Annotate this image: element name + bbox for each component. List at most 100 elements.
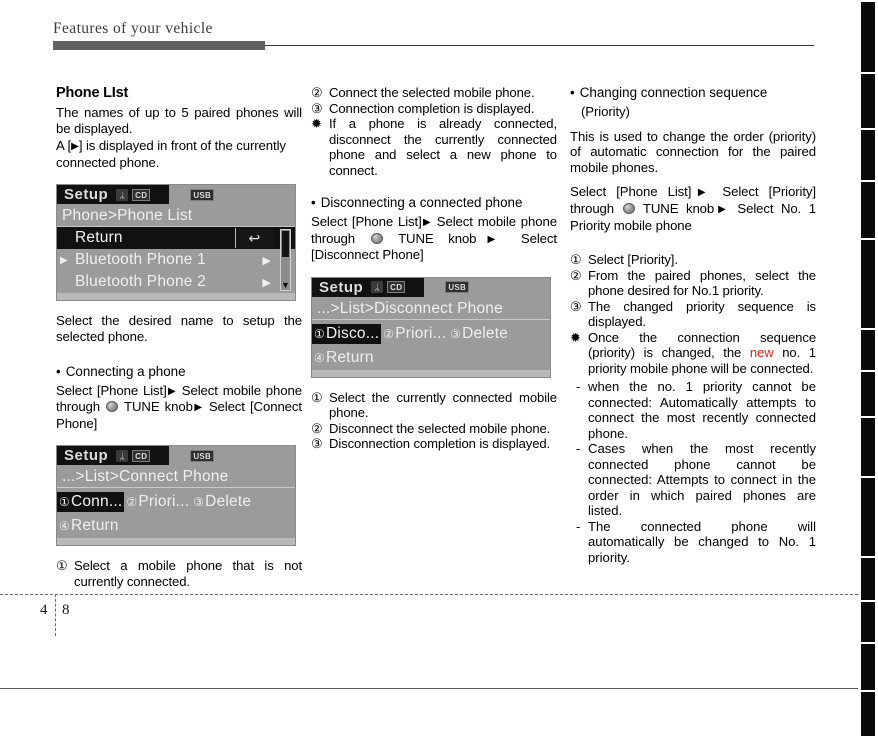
thumb-index-segment: [861, 74, 875, 128]
highlighted-word-new: new: [749, 345, 774, 361]
return-arrow-icon[interactable]: ↩: [235, 228, 273, 249]
step-marker: ①: [56, 558, 68, 574]
lcd-row-return[interactable]: Return ↩: [57, 227, 295, 250]
lcd-menu-item-priority[interactable]: ② Priori...: [381, 324, 448, 344]
step-text: Select the currently connected mobile ph…: [329, 389, 557, 421]
thumb-index-segment: [861, 418, 875, 476]
lcd-row-list: Return ↩ ▶ Bluetooth Phone 1 ▶ Bluetooth…: [57, 227, 295, 293]
procedure-part-1: Select [Phone List]: [570, 184, 692, 200]
priority-procedure: Select [Phone List]▶ Select [Priority] t…: [570, 184, 816, 233]
lcd-menu-item-delete[interactable]: ③ Delete: [448, 324, 510, 344]
lcd-bottom-edge: [57, 538, 295, 546]
item-label: Priori...: [395, 324, 447, 342]
thumb-index-segment: [861, 692, 875, 736]
running-head: Features of your vehicle: [53, 20, 213, 37]
lcd-menu-row-1: ① Conn... ② Priori... ③ Delete: [57, 490, 295, 514]
lcd-scrollbar[interactable]: ▼: [280, 229, 291, 292]
lcd-menu-row-1: ① Disco... ② Priori... ③ Delete: [312, 322, 550, 346]
intro2-prefix: A [: [56, 138, 72, 154]
lcd-row-label: Bluetooth Phone 2: [75, 273, 206, 291]
lcd-title-bar: Setup ᛦ CD USB: [57, 446, 295, 466]
list-item: ② From the paired phones, select the pho…: [570, 268, 816, 299]
step-marker: ③: [311, 100, 323, 116]
manual-page: Features of your vehicle Phone LIst The …: [0, 0, 878, 736]
list-item: ① Select the currently connected mobile …: [311, 390, 557, 421]
lcd-menu-grid: ① Disco... ② Priori... ③ Delete ④ Return: [312, 320, 550, 370]
thumb-index-segment: [861, 240, 875, 328]
lcd-scrollbar-thumb[interactable]: [282, 231, 289, 258]
disconnect-phone-steps: ① Select the currently connected mobile …: [311, 390, 557, 452]
subsection-disconnecting-a-phone: • Disconnecting a connected phone: [311, 195, 557, 211]
disconnect-phone-procedure: Select [Phone List]▶ Select mobile phone…: [311, 214, 557, 263]
thumb-index-segment: [861, 602, 875, 642]
dash-marker: -: [576, 441, 581, 457]
step-text: Select [Priority].: [588, 252, 678, 268]
priority-intro: This is used to change the order (priori…: [570, 128, 816, 175]
tune-knob-icon: [622, 202, 635, 214]
step-text: Connection completion is displayed.: [329, 100, 535, 116]
step-marker: ②: [311, 85, 323, 100]
chevron-right-icon: ▶: [262, 276, 271, 289]
connect-phone-procedure: Select [Phone List]▶ Select mobile phone…: [56, 383, 302, 432]
step-text: Connect the selected mobile phone.: [329, 85, 535, 100]
page-number-section: 4: [40, 602, 48, 618]
step-marker: ③: [311, 436, 323, 452]
list-item: ③ Connection completion is displayed.: [311, 101, 557, 117]
step-marker: ②: [311, 420, 323, 436]
lcd-row-bluetooth-phone-1[interactable]: ▶ Bluetooth Phone 1 ▶: [57, 249, 295, 271]
step-arrow-icon: ▶: [476, 233, 507, 245]
tune-knob-label: TUNE knob: [124, 399, 193, 415]
lcd-breadcrumb: ...>List>Connect Phone: [57, 465, 295, 489]
page-number: 8: [62, 602, 70, 618]
bluetooth-icon: ᛦ: [116, 449, 129, 462]
lcd-breadcrumb: ...>List>Disconnect Phone: [312, 297, 550, 320]
step-arrow-icon: ▶: [421, 217, 432, 228]
item-label: Return: [70, 517, 119, 535]
lcd-row-bluetooth-phone-2[interactable]: Bluetooth Phone 2 ▶: [57, 271, 295, 293]
step-text: From the paired phones, select the phone…: [588, 267, 816, 299]
footer-dashed-rule: [0, 594, 858, 595]
thumb-index-segment: [861, 558, 875, 600]
lcd-menu-item-priority[interactable]: ② Priori...: [124, 492, 191, 512]
lcd-menu-item-connect[interactable]: ① Conn...: [57, 492, 125, 513]
item-number: ③: [193, 495, 205, 510]
usb-icon: USB: [445, 281, 470, 294]
item-number: ④: [59, 519, 70, 534]
tune-knob-icon: [106, 401, 119, 413]
lcd-title-bar: Setup ᛦ CD USB: [57, 185, 295, 205]
lcd-connect-phone-screenshot: Setup ᛦ CD USB ...>List>Connect Phone ①C…: [56, 445, 296, 547]
thumb-index-segment: [861, 182, 875, 238]
scroll-down-arrow-icon[interactable]: ▼: [281, 281, 290, 290]
lcd-bottom-edge: [312, 369, 550, 377]
list-item: ③ The changed priority sequence is displ…: [570, 299, 816, 330]
cd-icon: CD: [387, 281, 406, 294]
note-text: Once the connection sequence (priority) …: [588, 330, 816, 377]
thumb-index-segment: [861, 478, 875, 556]
lcd-menu-item-disconnect[interactable]: ① Disco...: [312, 323, 382, 344]
lcd-menu-item-delete[interactable]: ③ Delete: [191, 492, 253, 512]
bluetooth-icon: ᛦ: [116, 188, 129, 201]
list-item: - Cases when the most recently connected…: [576, 441, 816, 519]
list-item-note: ✹ Once the connection sequence (priority…: [570, 330, 816, 377]
item-number: ①: [59, 495, 70, 510]
item-number: ③: [450, 326, 462, 341]
lcd-title-label: Setup: [64, 186, 109, 204]
intro2-suffix: ] is displayed in front of the currently…: [56, 138, 286, 170]
list-item-note: ✹ If a phone is already connected, disco…: [311, 116, 557, 178]
lcd-phone-list-screenshot: Setup ᛦ CD USB Phone>Phone List Return ↩…: [56, 184, 296, 302]
sub-note-text: when the no. 1 priority cannot be connec…: [588, 379, 816, 441]
bullet-dot-icon: •: [56, 363, 61, 379]
lcd-menu-item-return[interactable]: ④ Return: [312, 348, 376, 368]
item-number: ②: [126, 495, 138, 510]
list-item: ① Select a mobile phone that is not curr…: [56, 558, 302, 589]
lcd-title-label: Setup: [319, 278, 364, 296]
chevron-right-icon: ▶: [262, 254, 271, 267]
list-item: ③ Disconnection completion is displayed.: [311, 436, 557, 452]
column-2: ② Connect the selected mobile phone. ③ C…: [311, 85, 557, 452]
page-bottom-rule: [0, 688, 858, 689]
lcd-menu-item-return[interactable]: ④ Return: [57, 516, 121, 536]
lcd-bottom-edge: [57, 293, 295, 301]
lcd-menu-row-2: ④ Return: [57, 514, 295, 538]
column-3: • Changing connection sequence (Priority…: [570, 85, 816, 565]
lcd-row-label: Bluetooth Phone 1: [75, 251, 206, 269]
